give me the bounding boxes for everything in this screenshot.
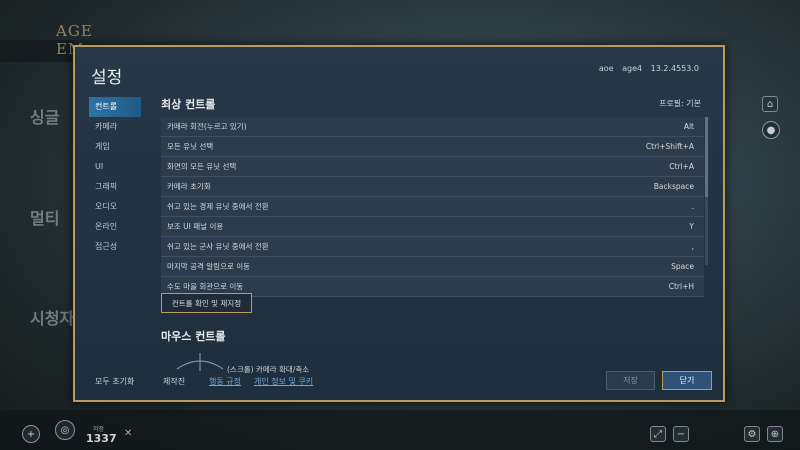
control-key: Ctrl+A — [669, 162, 694, 171]
settings-dialog: 설정 aoe age4 13.2.4553.0 컨트롤 카메라 게임 UI 그래… — [73, 45, 725, 402]
tab-ui[interactable]: UI — [89, 157, 141, 177]
reset-all-button[interactable]: 모두 초기화 — [95, 376, 134, 387]
version-info: aoe age4 13.2.4553.0 — [593, 64, 699, 73]
version-game: aoe — [598, 64, 614, 73]
mouse-scroll-caption: (스크롤) 카메라 확대/축소 — [227, 365, 310, 374]
control-key: . — [691, 202, 694, 211]
save-button[interactable]: 저장 — [606, 371, 655, 390]
control-row[interactable]: 화면의 모든 유닛 선택 Ctrl+A — [161, 157, 704, 177]
profile-selector[interactable]: 프로필: 기본 — [659, 98, 701, 109]
settings-sidebar: 컨트롤 카메라 게임 UI 그래픽 오디오 온라인 접근성 — [89, 97, 141, 257]
control-action: 모든 유닛 선택 — [167, 142, 214, 151]
chat-icon: ● — [762, 121, 780, 139]
verify-remap-controls-button[interactable]: 컨트롤 확인 및 재지정 — [161, 293, 252, 313]
privacy-cookies-link[interactable]: 개인 정보 및 쿠키 — [254, 376, 313, 387]
control-row[interactable]: 카메라 회전(누르고 있기) Alt — [161, 117, 704, 137]
control-key: Space — [671, 262, 694, 271]
control-key: Ctrl+H — [668, 282, 694, 291]
tab-game[interactable]: 게임 — [89, 137, 141, 157]
expand-icon: ⤢ — [650, 426, 666, 442]
control-row[interactable]: 마지막 공격 알림으로 이동 Space — [161, 257, 704, 277]
counter-value: 1337 — [86, 432, 117, 445]
code-of-conduct-link[interactable]: 행동 규정 — [209, 376, 241, 387]
controls-list: 카메라 회전(누르고 있기) Alt 모든 유닛 선택 Ctrl+Shift+A 화… — [161, 117, 704, 297]
close-icon: ✕ — [124, 428, 133, 439]
control-row[interactable]: 모든 유닛 선택 Ctrl+Shift+A — [161, 137, 704, 157]
control-action: 카메라 초기화 — [167, 182, 211, 191]
control-key: Ctrl+Shift+A — [645, 142, 694, 151]
bg-menu-single: 싱글 — [30, 108, 60, 127]
control-action: 쉬고 있는 군사 유닛 중에서 전환 — [167, 242, 269, 251]
control-row[interactable]: 카메라 초기화 Backspace — [161, 177, 704, 197]
target-icon: ⊕ — [767, 426, 783, 442]
compass-icon: ◎ — [55, 420, 75, 440]
settings-gear-icon: ⚙ — [744, 426, 760, 442]
control-action: 카메라 회전(누르고 있기) — [167, 122, 247, 131]
control-action: 쉬고 있는 경제 유닛 중에서 전환 — [167, 202, 269, 211]
control-row[interactable]: 쉬고 있는 군사 유닛 중에서 전환, — [161, 237, 704, 257]
home-icon: ⌂ — [762, 96, 778, 112]
minus-icon: − — [673, 426, 689, 442]
bg-menu-spectate: 시청자 — [30, 309, 75, 328]
tab-online[interactable]: 온라인 — [89, 217, 141, 237]
tab-camera[interactable]: 카메라 — [89, 117, 141, 137]
version-build-name: age4 — [622, 64, 643, 73]
scrollbar-thumb[interactable] — [705, 117, 708, 197]
bg-menu-multi: 멀티 — [30, 209, 60, 228]
add-icon: + — [22, 425, 40, 443]
control-row[interactable]: 보조 UI 패널 이용 Y — [161, 217, 704, 237]
version-number: 13.2.4553.0 — [650, 64, 699, 73]
control-row[interactable]: 쉬고 있는 경제 유닛 중에서 전환. — [161, 197, 704, 217]
tab-graphics[interactable]: 그래픽 — [89, 177, 141, 197]
logo-line-1: AGE — [56, 22, 93, 40]
credits-link[interactable]: 제작진 — [163, 376, 185, 387]
control-key: Alt — [683, 122, 694, 131]
control-action: 보조 UI 패널 이용 — [167, 222, 224, 231]
section-title-top-controls: 최상 컨트롤 — [161, 98, 216, 111]
tab-accessibility[interactable]: 접근성 — [89, 237, 141, 257]
control-action: 수도 마을 회관으로 이동 — [167, 282, 244, 291]
control-action: 화면의 모든 유닛 선택 — [167, 162, 237, 171]
tab-controls[interactable]: 컨트롤 — [89, 97, 141, 117]
mouse-wheel-icon — [176, 353, 224, 371]
tab-audio[interactable]: 오디오 — [89, 197, 141, 217]
control-key: Backspace — [653, 182, 694, 191]
control-key: Y — [689, 222, 694, 231]
dialog-title: 설정 — [91, 68, 123, 88]
control-key: , — [691, 242, 694, 251]
control-action: 마지막 공격 알림으로 이동 — [167, 262, 251, 271]
section-title-mouse-controls: 마우스 컨트롤 — [161, 330, 226, 343]
close-button[interactable]: 닫기 — [662, 371, 712, 390]
